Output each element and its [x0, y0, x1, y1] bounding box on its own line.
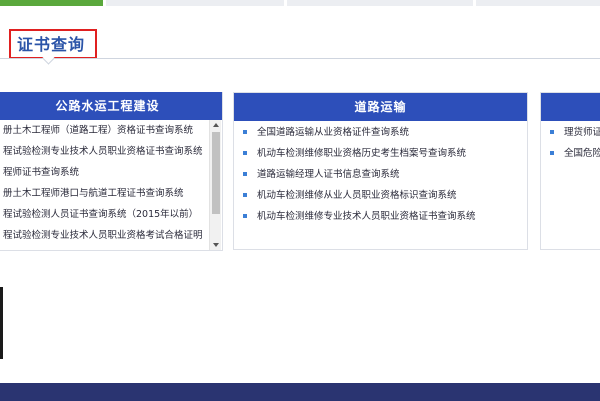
list-item[interactable]: 道路运输经理人证书信息查询系统	[243, 166, 400, 184]
panel-road-transport: 道路运输 全国道路运输从业资格证件查询系统 机动车检测维修职业资格历史考生档案号…	[233, 92, 528, 250]
list-item[interactable]: 册土木工程师（道路工程）资格证书查询系统	[3, 122, 193, 140]
vertical-scrollbar[interactable]	[209, 120, 221, 250]
list-item[interactable]: 程师证书查询系统	[3, 164, 79, 182]
bullet-icon	[550, 150, 554, 155]
list-item[interactable]: 机动车检测维修从业人员职业资格标识查询系统	[243, 187, 457, 205]
top-tab[interactable]	[287, 0, 473, 6]
list-item[interactable]: 机动车检测维修专业技术人员职业资格证书查询系统	[243, 208, 476, 226]
top-tab[interactable]	[106, 0, 284, 6]
panel-list: 理货师证 全国危险	[550, 121, 600, 251]
panel-list: 全国道路运输从业资格证件查询系统 机动车检测维修职业资格历史考生档案号查询系统 …	[243, 121, 527, 251]
list-item[interactable]: 全国危险	[550, 145, 600, 163]
list-item-label: 理货师证	[564, 127, 600, 138]
list-item[interactable]: 理货师证	[550, 124, 600, 142]
footer-bar	[0, 383, 600, 401]
list-item-label: 机动车检测维修从业人员职业资格标识查询系统	[257, 190, 457, 201]
scroll-thumb[interactable]	[212, 132, 220, 214]
panel-right-partial: 理货师证 全国危险	[540, 92, 600, 250]
panel-title: 道路运输	[234, 93, 527, 121]
list-item-label: 道路运输经理人证书信息查询系统	[257, 169, 400, 180]
bullet-icon	[243, 192, 247, 197]
list-item-label: 全国危险	[564, 148, 600, 159]
list-item[interactable]: 册土木工程师港口与航道工程证书查询系统	[3, 185, 184, 203]
list-item-label: 全国道路运输从业资格证件查询系统	[257, 127, 410, 138]
panel-highway-waterway: 公路水运工程建设 册土木工程师（道路工程）资格证书查询系统 程试验检测专业技术人…	[0, 92, 223, 251]
bullet-icon	[243, 171, 247, 176]
bullet-icon	[243, 213, 247, 218]
list-item[interactable]: 程试验检测专业技术人员职业资格考试合格证明	[3, 227, 203, 245]
panel-title	[541, 93, 600, 121]
list-item[interactable]: 全国道路运输从业资格证件查询系统	[243, 124, 409, 142]
top-tab-strip	[0, 0, 600, 8]
divider	[0, 58, 600, 59]
page-title: 证书查询	[17, 35, 86, 54]
bullet-icon	[550, 129, 554, 134]
list-item[interactable]: 程试验检测人员证书查询系统（2015年以前）	[3, 206, 198, 224]
panel-title: 公路水运工程建设	[0, 92, 222, 120]
list-item-label: 机动车检测维修专业技术人员职业资格证书查询系统	[257, 211, 476, 222]
scroll-up-icon[interactable]	[213, 123, 219, 127]
panel-list: 册土木工程师（道路工程）资格证书查询系统 程试验检测专业技术人员职业资格证书查询…	[3, 120, 208, 250]
list-item-label: 机动车检测维修职业资格历史考生档案号查询系统	[257, 148, 467, 159]
top-tab-active[interactable]	[0, 0, 103, 6]
top-tab[interactable]	[476, 0, 600, 6]
list-item[interactable]: 机动车检测维修职业资格历史考生档案号查询系统	[243, 145, 466, 163]
list-item[interactable]: 程试验检测专业技术人员职业资格证书查询系统	[3, 143, 203, 161]
bullet-icon	[243, 129, 247, 134]
scroll-down-icon[interactable]	[213, 243, 219, 247]
left-edge-bar	[0, 287, 3, 359]
bullet-icon	[243, 150, 247, 155]
